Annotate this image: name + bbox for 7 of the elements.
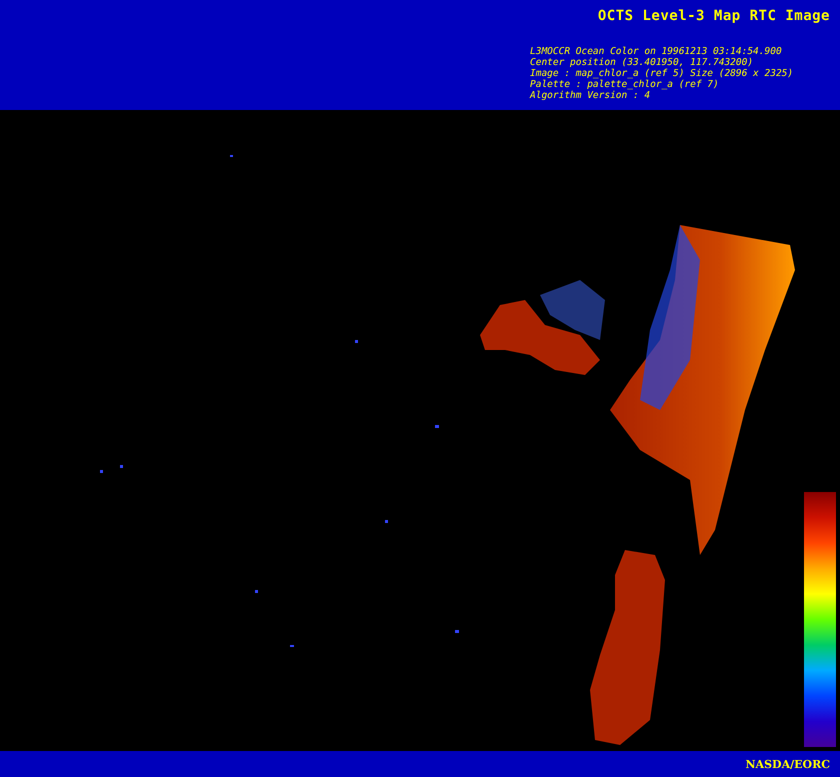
info-line: Center position (33.401950, 117.743200) [530,57,754,68]
image-title: OCTS Level-3 Map RTC Image [598,8,830,24]
info-line: Algorithm Version : 4 [530,90,652,101]
info-line: Palette : palette_chlor_a (ref 7) [530,79,720,90]
credit-text: NASDA/EORC [746,758,830,770]
info-line: L3MOCCR Ocean Color on 19961213 03:14:54.900 [530,46,783,57]
info-line: Image : map_chlor_a (ref 5) Size (2896 x 2325) [530,68,794,79]
